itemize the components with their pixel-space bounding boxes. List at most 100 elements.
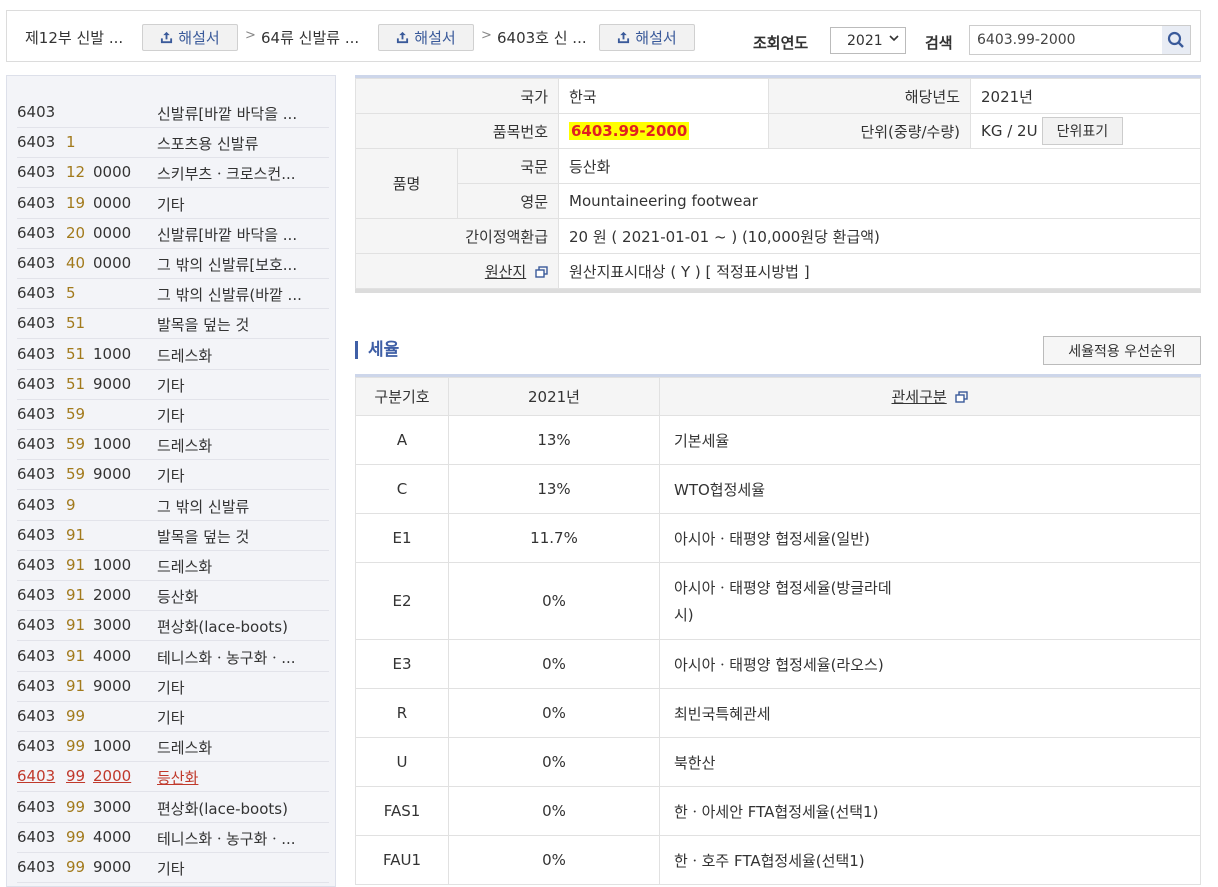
- tree-heading: 6403: [17, 223, 56, 242]
- tree-row[interactable]: 6403 59 9000 기타: [17, 460, 329, 491]
- tree-row[interactable]: 6403 19 0000 기타: [17, 189, 329, 219]
- tree-row[interactable]: 6403 신발류[바깥 바닥을 ...: [17, 98, 329, 128]
- tree-heading: 6403: [17, 495, 56, 514]
- tariff-row: FAU1 0% 한ㆍ호주 FTA협정세율(선택1): [355, 835, 1201, 885]
- tree-row[interactable]: 6403 59 기타: [17, 400, 329, 430]
- tree-name: 등산화: [157, 769, 199, 788]
- tariff-code: E2: [355, 562, 449, 640]
- tree-name: 그 밖의 신발류: [157, 497, 250, 516]
- search-icon: [1167, 31, 1184, 48]
- tree-name: 기타: [157, 709, 185, 727]
- search-input[interactable]: [970, 26, 1160, 54]
- tariff-section-title: 세율: [355, 341, 399, 359]
- tree-row[interactable]: 6403 91 2000 등산화: [17, 581, 329, 612]
- tariff-rate: 11.7%: [448, 513, 660, 563]
- unit-button[interactable]: 단위표기: [1041, 117, 1124, 145]
- tree-row[interactable]: 6403 5 그 밖의 신발류(바깥 ...: [17, 279, 329, 310]
- tree-code: 1000: [93, 737, 132, 756]
- tariff-code: U: [355, 737, 449, 787]
- tariff-desc-cell: 아시아ㆍ태평양 협정세율(일반): [659, 513, 1201, 563]
- tariff-code: FAS1: [355, 786, 449, 836]
- tree-subheading: 91: [66, 586, 86, 605]
- tariff-desc: WTO협정세율: [674, 480, 766, 499]
- tariff-rate: 0%: [448, 562, 660, 640]
- tree-heading: 6403: [17, 193, 56, 212]
- tree-row[interactable]: 6403 99 9000 기타: [17, 853, 329, 883]
- tree-heading: 6403: [17, 827, 56, 846]
- tree-code: 9000: [93, 374, 132, 393]
- search-button[interactable]: [1162, 26, 1190, 54]
- tariff-desc: 기본세율: [674, 431, 730, 450]
- tariff-desc: 한ㆍ아세안 FTA협정세율(선택1): [674, 802, 879, 821]
- tree-name: 기타: [157, 678, 185, 697]
- tree-subheading: 20: [66, 223, 86, 242]
- year-select[interactable]: 2021: [830, 27, 906, 54]
- tariff-code: E3: [355, 639, 449, 689]
- tree-heading: 6403: [17, 254, 56, 272]
- breadcrumb-heading[interactable]: 6403호 신 ...: [497, 27, 587, 48]
- tree-row[interactable]: 6403 99 2000 등산화: [17, 762, 329, 793]
- tree-heading: 6403: [17, 405, 56, 423]
- kor-label: 국문: [457, 148, 559, 184]
- tree-code: 9000: [93, 465, 132, 484]
- popup-icon[interactable]: [535, 265, 548, 278]
- tree-row[interactable]: 6403 9 그 밖의 신발류: [17, 491, 329, 521]
- unit-cell: KG / 2U 단위표기: [970, 113, 1201, 149]
- tree-code: 9000: [93, 858, 132, 876]
- tree-name: 기타: [157, 467, 185, 486]
- tree-heading: 6403: [17, 344, 56, 363]
- tree-row[interactable]: 6403 99 4000 테니스화ㆍ농구화ㆍ...: [17, 823, 329, 853]
- tariff-desc: 아시아ㆍ태평양 협정세율(방글라데: [674, 579, 892, 597]
- tree-name: 드레스화: [157, 739, 213, 758]
- tariff-rate: 0%: [448, 786, 660, 836]
- tree-code: 1000: [93, 435, 132, 454]
- origin-link[interactable]: 원산지: [485, 263, 526, 281]
- tree-row[interactable]: 6403 99 기타: [17, 702, 329, 732]
- tree-name: 기타: [157, 195, 185, 214]
- tree-code: 2000: [93, 767, 132, 786]
- tree-row[interactable]: 6403 59 1000 드레스화: [17, 430, 329, 461]
- tree-row[interactable]: 6403 51 9000 기타: [17, 370, 329, 400]
- code-cell: 6403.99-2000: [558, 113, 769, 149]
- year-info-label: 해당년도: [768, 78, 971, 114]
- tree-subheading: 91: [66, 616, 86, 635]
- tree-row[interactable]: 6403 91 9000 기타: [17, 672, 329, 702]
- tree-row[interactable]: 6403 99 1000 드레스화: [17, 732, 329, 763]
- breadcrumb-part[interactable]: 제12부 신발 ...: [25, 27, 123, 48]
- part-explain-button[interactable]: 해설서: [142, 24, 238, 51]
- tree-row[interactable]: 6403 91 4000 테니스화ㆍ농구화ㆍ...: [17, 642, 329, 672]
- tree-name: 드레스화: [157, 437, 213, 456]
- origin-value: 원산지표시대상 ( Y ) [ 적정표시방법 ]: [558, 253, 1201, 289]
- part-explain-label: 해설서: [178, 29, 220, 47]
- tree-row[interactable]: 6403 51 발목을 덮는 것: [17, 309, 329, 340]
- tree-heading: 6403: [17, 676, 56, 695]
- tree-row[interactable]: 6403 91 1000 드레스화: [17, 551, 329, 581]
- tree-name: 스포츠용 신발류: [157, 135, 259, 154]
- tree-code: 3000: [93, 797, 132, 816]
- tariff-priority-button[interactable]: 세율적용 우선순위: [1043, 336, 1201, 365]
- tree-row[interactable]: 6403 12 0000 스키부츠ㆍ크로스컨...: [17, 158, 329, 189]
- tariff-type-link[interactable]: 관세구분: [892, 388, 947, 406]
- tree-heading: 6403: [17, 525, 56, 544]
- heading-explain-button[interactable]: 해설서: [599, 24, 695, 51]
- tariff-code: E1: [355, 513, 449, 563]
- tariff-desc: 한ㆍ호주 FTA협정세율(선택1): [674, 851, 865, 870]
- tariff-desc: 북한산: [674, 753, 716, 772]
- tree-name: 그 밖의 신발류[보호...: [157, 256, 298, 274]
- chapter-explain-button[interactable]: 해설서: [378, 24, 474, 51]
- tree-code: 4000: [93, 646, 132, 665]
- tree-row[interactable]: 6403 20 0000 신발류[바깥 바닥을 ...: [17, 219, 329, 249]
- tree-row[interactable]: 6403 1 스포츠용 신발류: [17, 128, 329, 159]
- tree-subheading: 99: [66, 858, 86, 876]
- popup-icon[interactable]: [955, 391, 969, 403]
- tree-row[interactable]: 6403 51 1000 드레스화: [17, 340, 329, 370]
- tree-row[interactable]: 6403 91 3000 편상화(lace-boots): [17, 611, 329, 642]
- tariff-rate: 13%: [448, 415, 660, 465]
- tree-row[interactable]: 6403 40 0000 그 밖의 신발류[보호...: [17, 249, 329, 279]
- tree-row[interactable]: 6403 99 3000 편상화(lace-boots): [17, 793, 329, 823]
- tree-subheading: 99: [66, 797, 86, 816]
- tree-subheading: 99: [66, 767, 86, 786]
- breadcrumb-chapter[interactable]: 64류 신발류 ...: [261, 27, 359, 48]
- name-label: 품명: [355, 148, 458, 219]
- tree-row[interactable]: 6403 91 발목을 덮는 것: [17, 521, 329, 551]
